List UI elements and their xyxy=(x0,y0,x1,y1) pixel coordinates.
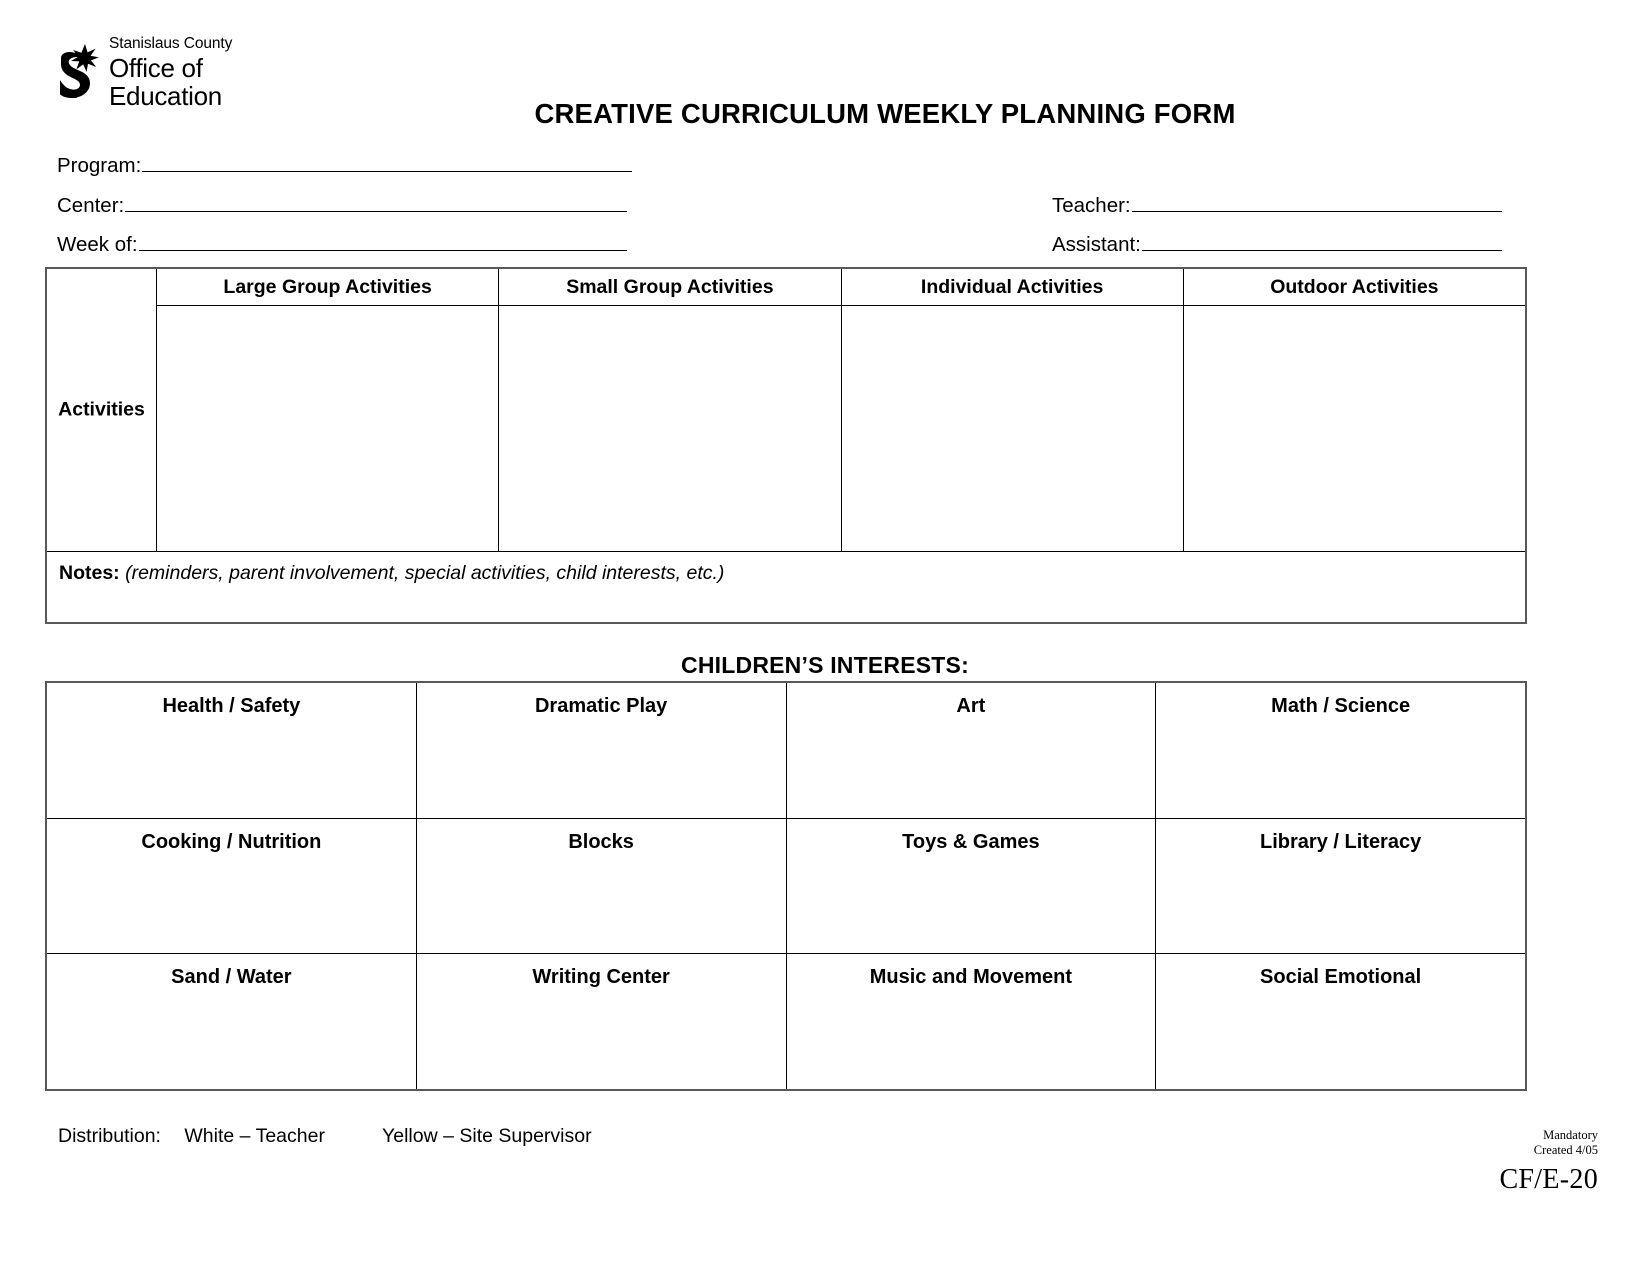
interest-cell-library-literacy[interactable]: Library / Literacy xyxy=(1155,818,1525,954)
field-center: Center: xyxy=(57,192,627,218)
logo-line-county: Stanislaus County xyxy=(109,35,233,52)
activities-row-label-cell: Activities xyxy=(47,269,157,551)
interest-cell-dramatic-play[interactable]: Dramatic Play xyxy=(415,683,786,818)
week-of-input[interactable] xyxy=(138,231,627,251)
activities-body: Activities Large Group Activities Small … xyxy=(47,269,1525,551)
interests-table: Health / Safety Dramatic Play Art Math /… xyxy=(45,681,1527,1091)
activities-cell-outdoor[interactable] xyxy=(1182,306,1525,551)
field-week-of-label: Week of: xyxy=(57,233,138,256)
activities-header-row: Large Group Activities Small Group Activ… xyxy=(157,269,1525,306)
field-center-label: Center: xyxy=(57,194,125,217)
assistant-input[interactable] xyxy=(1141,231,1502,251)
interest-cell-writing-center[interactable]: Writing Center xyxy=(415,954,786,1090)
activities-cell-individual[interactable] xyxy=(840,306,1183,551)
column-header-outdoor: Outdoor Activities xyxy=(1182,269,1525,305)
notes-label: Notes: xyxy=(59,562,120,584)
center-input[interactable] xyxy=(125,192,627,212)
activities-cell-large-group[interactable] xyxy=(157,306,498,551)
activities-columns: Large Group Activities Small Group Activ… xyxy=(157,269,1525,551)
logo-line-office: Office of xyxy=(109,52,203,83)
interest-cell-social-emotional[interactable]: Social Emotional xyxy=(1155,954,1525,1090)
distribution-label: Distribution: xyxy=(58,1125,161,1147)
field-assistant: Assistant: xyxy=(1052,231,1502,257)
interest-cell-blocks[interactable]: Blocks xyxy=(415,818,786,954)
activities-entry-row xyxy=(157,306,1525,551)
column-header-large-group: Large Group Activities xyxy=(223,276,432,298)
interest-cell-music-movement[interactable]: Music and Movement xyxy=(785,954,1156,1090)
field-teacher: Teacher: xyxy=(1052,192,1502,218)
interest-cell-health-safety[interactable]: Health / Safety xyxy=(47,683,416,818)
form-page: Stanislaus County Office of Education CR… xyxy=(0,0,1650,1275)
notes-hint: (reminders, parent involvement, special … xyxy=(125,562,725,584)
interests-row: Sand / Water Writing Center Music and Mo… xyxy=(47,953,1525,1090)
soe-star-s-mark-icon xyxy=(60,44,99,98)
distribution-line: Distribution: White – Teacher Yellow – S… xyxy=(58,1125,592,1148)
interest-cell-toys-games[interactable]: Toys & Games xyxy=(785,818,1156,954)
form-title: CREATIVE CURRICULUM WEEKLY PLANNING FORM xyxy=(534,98,1236,129)
column-header-individual: Individual Activities xyxy=(840,269,1183,305)
field-teacher-label: Teacher: xyxy=(1052,194,1131,217)
interest-cell-sand-water[interactable]: Sand / Water xyxy=(47,954,416,1089)
teacher-input[interactable] xyxy=(1131,192,1502,212)
field-assistant-label: Assistant: xyxy=(1052,233,1141,256)
activities-table: Activities Large Group Activities Small … xyxy=(45,267,1527,624)
notes-cell[interactable]: Notes: (reminders, parent involvement, s… xyxy=(47,551,1525,622)
interests-title: CHILDREN’S INTERESTS: xyxy=(681,652,969,678)
form-meta: Mandatory Created 4/05 CF/E-20 xyxy=(1499,1128,1598,1196)
distribution-white-copy: White – Teacher xyxy=(184,1125,325,1147)
field-program: Program: xyxy=(57,152,632,178)
program-input[interactable] xyxy=(142,152,632,172)
interest-cell-math-science[interactable]: Math / Science xyxy=(1155,683,1525,818)
activities-cell-small-group[interactable] xyxy=(498,306,840,551)
form-mandatory-label: Mandatory xyxy=(1543,1128,1598,1142)
field-program-label: Program: xyxy=(57,154,142,177)
distribution-yellow-copy: Yellow – Site Supervisor xyxy=(382,1125,592,1147)
column-header-small-group: Small Group Activities xyxy=(498,269,840,305)
interests-row: Health / Safety Dramatic Play Art Math /… xyxy=(47,683,1525,818)
interests-row: Cooking / Nutrition Blocks Toys & Games … xyxy=(47,817,1525,954)
form-created-date: Created 4/05 xyxy=(1533,1142,1598,1157)
form-code: CF/E-20 xyxy=(1499,1163,1598,1195)
interest-cell-cooking-nutrition[interactable]: Cooking / Nutrition xyxy=(47,819,416,954)
field-week-of: Week of: xyxy=(57,231,627,257)
interest-cell-art[interactable]: Art xyxy=(785,683,1156,818)
activities-row-label: Activities xyxy=(58,398,145,421)
